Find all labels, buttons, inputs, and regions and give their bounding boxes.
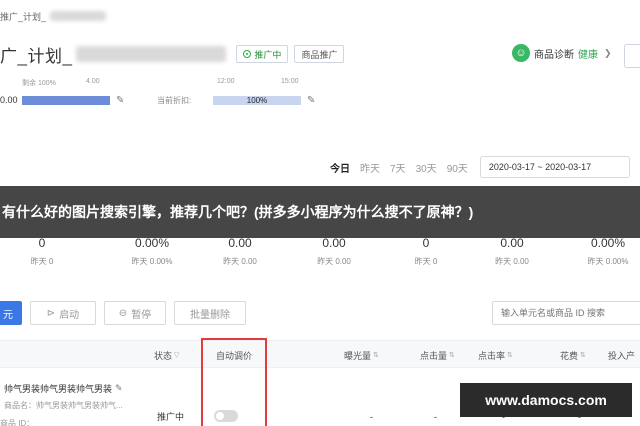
- col-status[interactable]: 状态 ▽: [154, 341, 179, 369]
- metric-6: 0.00% 昨天 0.00%: [580, 236, 636, 267]
- date-filter: 今日 昨天 7天 30天 90天 2020-03-17 ~ 2020-03-17: [330, 156, 630, 178]
- metric-value: 0: [422, 236, 430, 250]
- plan-header: 广_计划_ 推广中 商品推广: [0, 42, 345, 66]
- toolbar: 元 ⊳ 启动 ⊖ 暂停 批量删除: [0, 301, 640, 325]
- batch-delete-button[interactable]: 批量删除: [174, 301, 246, 325]
- edit-icon[interactable]: ✎: [115, 383, 123, 394]
- row-impressions: -: [370, 412, 373, 422]
- date-option-7d[interactable]: 7天: [390, 160, 406, 175]
- page-title: 广_计划_: [0, 46, 73, 66]
- date-range-picker[interactable]: 2020-03-17 ~ 2020-03-17: [479, 156, 630, 178]
- date-option-90d[interactable]: 90天: [447, 160, 468, 175]
- metric-yesterday: 昨天 0: [414, 257, 438, 266]
- pause-button[interactable]: ⊖ 暂停: [104, 301, 166, 325]
- create-unit-button[interactable]: 元: [0, 301, 22, 325]
- metric-yesterday: 昨天 0.00: [223, 257, 257, 266]
- diagnosis-health: 健康: [578, 49, 598, 61]
- sort-icon: ⇅: [373, 352, 379, 359]
- status-badge-label: 推广中: [254, 49, 282, 60]
- metric-4: 0 昨天 0: [398, 236, 454, 267]
- metric-yesterday: 昨天 0.00: [317, 257, 351, 266]
- search-input[interactable]: [492, 301, 640, 325]
- diagnosis-button[interactable]: ☺ 商品诊断 健康 ❯: [512, 44, 612, 62]
- date-option-30d[interactable]: 30天: [416, 160, 437, 175]
- smile-icon: ☺: [512, 44, 530, 62]
- pause-button-label: 暂停: [131, 309, 152, 321]
- metric-value: 0: [38, 236, 46, 250]
- product-subtitle: 商品名：帅气男装帅气男装帅气...: [4, 401, 123, 410]
- date-option-yesterday[interactable]: 昨天: [360, 160, 380, 175]
- watermark-banner: 有什么好的图片搜索引擎，推荐几个吧？(拼多多小程序为什么搜不了原神？): [0, 186, 640, 238]
- breadcrumb-redacted: [50, 11, 107, 21]
- status-badge: 推广中: [236, 45, 289, 63]
- discount-bar: 100%: [213, 95, 301, 105]
- date-option-today[interactable]: 今日: [330, 160, 350, 175]
- metric-5: 0.00 昨天 0.00: [484, 236, 540, 267]
- status-dot-icon: [243, 50, 252, 58]
- type-badge: 商品推广: [294, 45, 345, 63]
- col-impressions[interactable]: 曝光量 ⇅: [344, 341, 379, 369]
- discount-tick-left: 12:00: [217, 78, 235, 85]
- metric-value: 0.00%: [134, 236, 170, 250]
- discount-block: 12:00 15:00 当前折扣: 100% ✎: [157, 78, 327, 108]
- budget-block: 剩余 100% 4.00 0.00 ✎: [0, 78, 130, 108]
- discount-tick-right: 15:00: [281, 78, 299, 85]
- metric-yesterday: 昨天 0: [30, 257, 54, 266]
- metric-0: 0 昨天 0: [22, 236, 62, 267]
- sort-icon: ⇅: [507, 352, 513, 359]
- metric-yesterday: 昨天 0.00%: [587, 257, 629, 266]
- product-name: 帅气男装帅气男装帅气男装 ✎: [4, 382, 123, 395]
- col-ctr-label: 点击率: [478, 350, 506, 361]
- breadcrumb-text[interactable]: 推广_计划_: [0, 10, 46, 23]
- filter-icon: ▽: [174, 352, 180, 359]
- product-id: 商品 ID：: [0, 419, 35, 426]
- metric-1: 0.00% 昨天 0.00%: [120, 236, 184, 267]
- metric-yesterday: 昨天 0.00%: [131, 257, 173, 266]
- metric-value: 0.00: [500, 236, 524, 250]
- col-auto-bid: 自动调价: [216, 350, 253, 361]
- auto-bid-toggle[interactable]: [214, 410, 238, 422]
- metric-yesterday: 昨天 0.00: [495, 257, 529, 266]
- edit-icon[interactable]: ✎: [307, 95, 315, 106]
- col-roi[interactable]: 投入产: [608, 341, 635, 369]
- row-clicks: -: [434, 412, 437, 422]
- plan-title-redacted: [76, 46, 227, 62]
- site-watermark: www.damocs.com: [460, 383, 632, 417]
- col-clicks[interactable]: 点击量 ⇅: [420, 341, 455, 369]
- col-spend-label: 花费: [560, 350, 579, 361]
- metric-value: 0.00%: [590, 236, 626, 250]
- discount-label: 当前折扣:: [157, 95, 192, 105]
- pause-icon: ⊖: [118, 307, 128, 319]
- sort-icon: ⇅: [580, 352, 586, 359]
- product-name-text: 帅气男装帅气男装帅气男装: [4, 384, 113, 394]
- budget-tick-right: 4.00: [86, 78, 100, 85]
- metric-2: 0.00 昨天 0.00: [212, 236, 268, 267]
- start-button-label: 启动: [59, 309, 80, 321]
- play-icon: ⊳: [46, 307, 56, 319]
- col-impressions-label: 曝光量: [344, 350, 372, 361]
- metric-value: 0.00: [322, 236, 346, 250]
- budget-value: 0.00: [0, 95, 18, 105]
- budget-tick-left: 剩余 100%: [22, 80, 56, 87]
- col-ctr[interactable]: 点击率 ⇅: [478, 341, 513, 369]
- col-status-label: 状态: [154, 350, 173, 361]
- col-spend[interactable]: 花费 ⇅: [560, 341, 586, 369]
- table-header: 状态 ▽ 自动调价 曝光量 ⇅ 点击量 ⇅ 点击率 ⇅ 花费 ⇅ 投入产: [0, 340, 640, 368]
- budget-bar-fill: [22, 95, 110, 105]
- breadcrumb: 推广_计划_: [0, 8, 107, 24]
- row-status: 推广中: [157, 412, 185, 422]
- diagnosis-label: 商品诊断: [534, 49, 574, 61]
- discount-value: 100%: [246, 95, 268, 105]
- chevron-down-icon: ❯: [604, 47, 612, 58]
- sort-icon: ⇅: [449, 352, 455, 359]
- edit-icon[interactable]: ✎: [116, 95, 124, 106]
- col-clicks-label: 点击量: [420, 350, 448, 361]
- metric-value: 0.00: [228, 236, 252, 250]
- metric-3: 0.00 昨天 0.00: [306, 236, 362, 267]
- start-button[interactable]: ⊳ 启动: [30, 301, 96, 325]
- budget-bar: [22, 95, 110, 105]
- more-button[interactable]: [624, 44, 640, 68]
